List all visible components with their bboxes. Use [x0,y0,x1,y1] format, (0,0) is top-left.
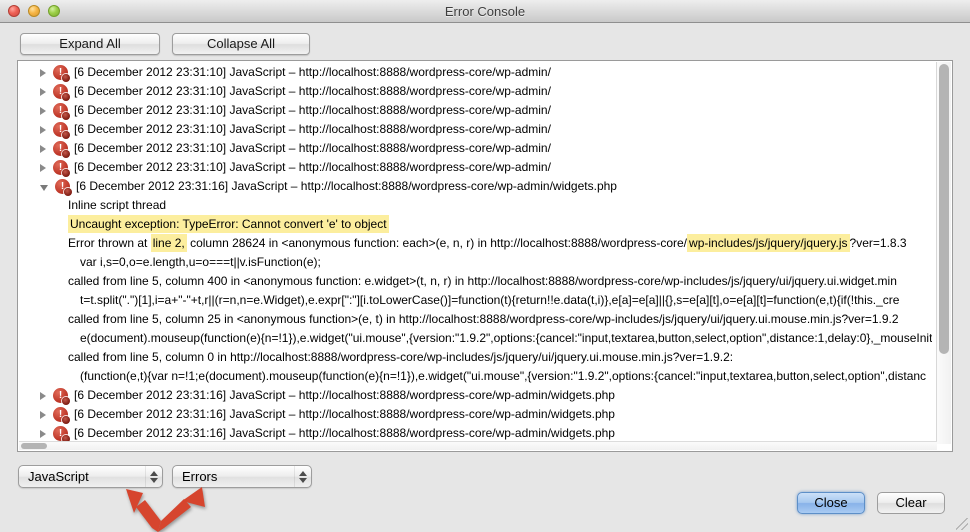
row-text: [6 December 2012 23:31:16] JavaScript – … [76,177,617,196]
row-text: Uncaught exception: TypeError: Cannot co… [68,215,389,234]
console-entry-row[interactable]: ! [6 December 2012 23:31:16] JavaScript –… [18,386,936,405]
disclosure-triangle-collapsed-icon[interactable] [40,411,46,419]
row-text: [6 December 2012 23:31:10] JavaScript – … [74,158,551,177]
javascript-error-icon: ! [53,141,68,156]
javascript-error-icon: ! [53,160,68,175]
close-button[interactable]: Close [797,492,865,514]
disclosure-triangle-collapsed-icon[interactable] [40,145,46,153]
console-list-box: ! [6 December 2012 23:31:10] JavaScript –… [17,60,953,452]
console-detail-row: var i,s=0,o=e.length,u=o===t||v.isFuncti… [18,253,936,272]
toolbar: Expand All Collapse All [20,33,310,55]
row-text: [6 December 2012 23:31:16] JavaScript – … [74,405,615,424]
row-text: [6 December 2012 23:31:10] JavaScript – … [74,139,551,158]
highlighted-text: Uncaught exception: TypeError: Cannot co… [68,215,389,233]
javascript-error-icon: ! [53,407,68,422]
row-text: [6 December 2012 23:31:10] JavaScript – … [74,82,551,101]
horizontal-scrollbar[interactable] [19,441,937,450]
disclosure-triangle-collapsed-icon[interactable] [40,107,46,115]
console-entry-row[interactable]: ! [6 December 2012 23:31:16] JavaScript –… [18,405,936,424]
resize-grip[interactable] [956,518,968,530]
disclosure-triangle-collapsed-icon[interactable] [40,69,46,77]
disclosure-triangle-collapsed-icon[interactable] [40,126,46,134]
console-entry-row[interactable]: ! [6 December 2012 23:31:10] JavaScript –… [18,82,936,101]
window-controls [8,5,60,17]
row-text: Error thrown at line 2, column 28624 in … [68,234,907,253]
close-window-icon[interactable] [8,5,20,17]
console-detail-row: called from line 5, column 0 in http://l… [18,348,936,367]
disclosure-triangle-expanded-icon[interactable] [40,185,48,191]
javascript-error-icon: ! [53,65,68,80]
row-text: (function(e,t){var n=!1;e(document).mous… [80,367,926,386]
row-text: var i,s=0,o=e.length,u=o===t||v.isFuncti… [80,253,321,272]
console-detail-row: Uncaught exception: TypeError: Cannot co… [18,215,936,234]
level-filter-value: Errors [173,466,294,487]
row-text: t=t.split(".")[1],i=a+"-"+t,r||(r=n,n=e.… [80,291,899,310]
arrow-down-icon [150,478,158,483]
highlighted-text: line 2, [151,234,187,252]
disclosure-triangle-collapsed-icon[interactable] [40,164,46,172]
javascript-error-icon: ! [53,84,68,99]
console-list: ! [6 December 2012 23:31:10] JavaScript –… [18,63,936,443]
vertical-scrollbar-thumb[interactable] [939,64,949,354]
console-entry-row[interactable]: ! [6 December 2012 23:31:16] JavaScript –… [18,177,936,196]
highlighted-text: wp-includes/js/jquery/jquery.js [687,234,850,252]
red-annotation-arrow-icon [112,483,222,532]
console-entry-row[interactable]: ! [6 December 2012 23:31:10] JavaScript –… [18,158,936,177]
arrow-down-icon [299,478,307,483]
disclosure-triangle-collapsed-icon[interactable] [40,430,46,438]
javascript-error-icon: ! [53,426,68,441]
console-detail-row: called from line 5, column 25 in <anonym… [18,310,936,329]
console-entry-row[interactable]: ! [6 December 2012 23:31:10] JavaScript –… [18,63,936,82]
disclosure-triangle-collapsed-icon[interactable] [40,392,46,400]
row-text: [6 December 2012 23:31:16] JavaScript – … [74,386,615,405]
javascript-error-icon: ! [53,122,68,137]
source-filter-dropdown[interactable]: JavaScript [18,465,163,488]
dropdown-stepper-icon [294,466,311,487]
error-console-window: { "window": { "title": "Error Console" }… [0,0,970,532]
console-detail-row: t=t.split(".")[1],i=a+"-"+t,r||(r=n,n=e.… [18,291,936,310]
row-text: Inline script thread [68,196,166,215]
title-bar: Error Console [0,0,970,23]
row-text: [6 December 2012 23:31:10] JavaScript – … [74,120,551,139]
row-text: e(document).mouseup(function(e){n=!1}),e… [80,329,932,348]
row-text: called from line 5, column 0 in http://l… [68,348,733,367]
vertical-scrollbar[interactable] [936,62,951,444]
row-text: [6 December 2012 23:31:10] JavaScript – … [74,63,551,82]
disclosure-triangle-collapsed-icon[interactable] [40,88,46,96]
console-detail-row: Error thrown at line 2, column 28624 in … [18,234,936,253]
console-detail-row: (function(e,t){var n=!1;e(document).mous… [18,367,936,386]
console-detail-row: e(document).mouseup(function(e){n=!1}),e… [18,329,936,348]
console-detail-row: Inline script thread [18,196,936,215]
row-text: [6 December 2012 23:31:10] JavaScript – … [74,101,551,120]
zoom-window-icon[interactable] [48,5,60,17]
console-detail-row: called from line 5, column 400 in <anony… [18,272,936,291]
level-filter-dropdown[interactable]: Errors [172,465,312,488]
console-entry-row[interactable]: ! [6 December 2012 23:31:10] JavaScript –… [18,139,936,158]
javascript-error-icon: ! [55,179,70,194]
dropdown-stepper-icon [145,466,162,487]
arrow-up-icon [150,471,158,476]
window-title: Error Console [445,4,525,19]
console-entry-row[interactable]: ! [6 December 2012 23:31:10] JavaScript –… [18,120,936,139]
clear-button[interactable]: Clear [877,492,945,514]
javascript-error-icon: ! [53,103,68,118]
row-text: called from line 5, column 25 in <anonym… [68,310,899,329]
source-filter-value: JavaScript [19,466,145,487]
expand-all-button[interactable]: Expand All [20,33,160,55]
horizontal-scrollbar-thumb[interactable] [21,443,47,449]
row-text: called from line 5, column 400 in <anony… [68,272,897,291]
javascript-error-icon: ! [53,388,68,403]
arrow-up-icon [299,471,307,476]
console-entry-row[interactable]: ! [6 December 2012 23:31:10] JavaScript –… [18,101,936,120]
minimize-window-icon[interactable] [28,5,40,17]
collapse-all-button[interactable]: Collapse All [172,33,310,55]
